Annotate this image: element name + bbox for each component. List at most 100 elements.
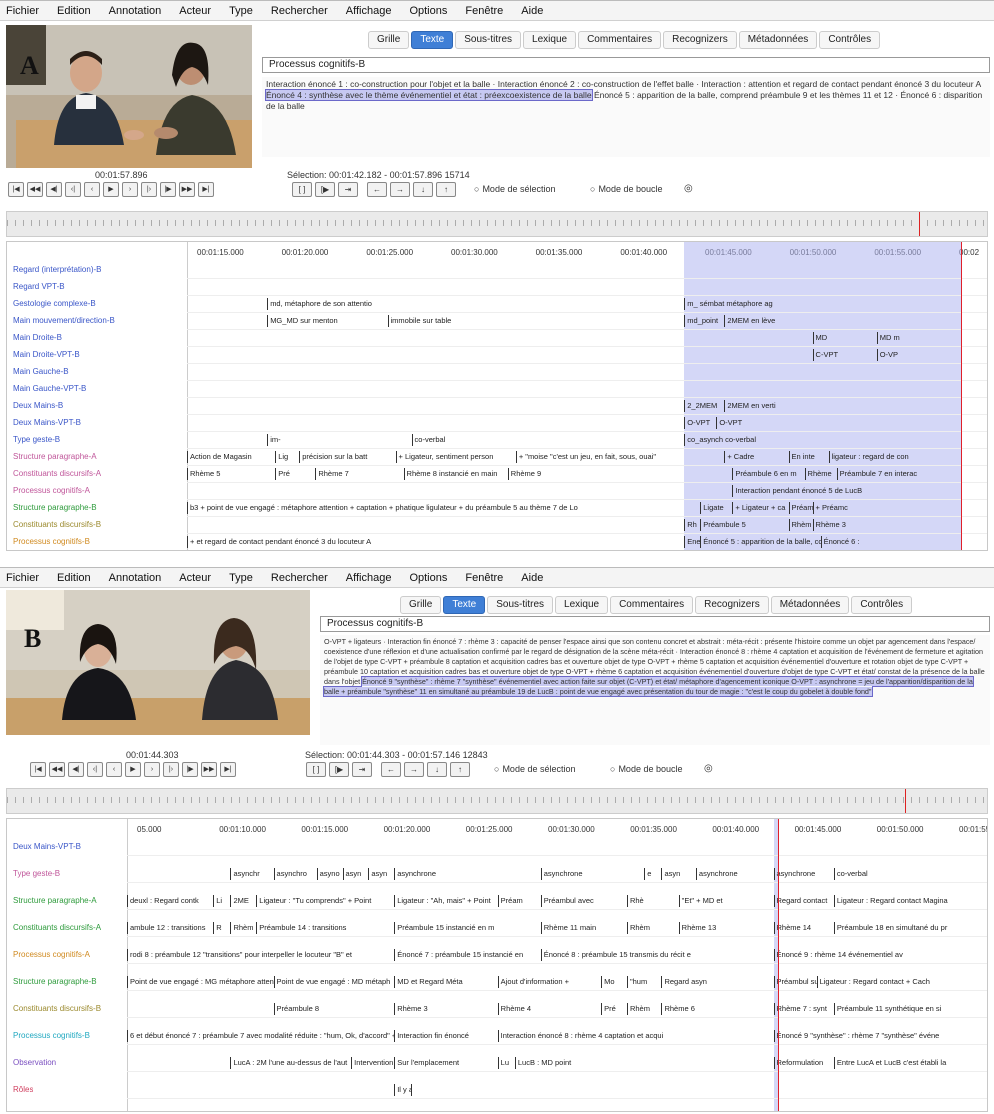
next-ms-button[interactable]: › [144,762,160,777]
menu-item-6[interactable]: Affichage [346,572,392,584]
annotation[interactable]: Rhème 6 [661,1003,774,1015]
previous-scroll-button[interactable]: ◀◀ [27,182,43,197]
tab-6[interactable]: Métadonnées [738,31,818,49]
annotation[interactable]: Rhèm [626,922,680,934]
annotation[interactable]: Rhème 13 [678,922,775,934]
annotation[interactable]: "hum [626,976,662,988]
tier-timeline-b[interactable]: Deux Mains-VPT-B Type geste-B Structure pa… [6,818,988,1112]
annotation[interactable]: Énoncé 6 : [820,536,987,548]
annotation[interactable]: rodi 8 : préambule 12 "transitions" pour… [127,949,395,961]
annotation[interactable]: 2ME [230,895,257,907]
menu-item-2[interactable]: Annotation [109,5,162,17]
annotation[interactable]: Préambul sur [773,976,818,988]
loop-mode-radio[interactable]: Mode de boucle [610,764,682,774]
annotation[interactable]: Préambule 5 [700,519,789,531]
annotation[interactable]: MD m [876,332,987,344]
tier-selector-a[interactable]: Processus cognitifs-B [262,57,990,73]
tab-7[interactable]: Contrôles [851,596,913,614]
annotation[interactable]: im- [267,434,412,446]
menu-item-1[interactable]: Edition [57,572,91,584]
prev-second-button[interactable]: ◀| [46,182,62,197]
annotation[interactable]: asyn [368,868,395,880]
tab-0[interactable]: Grille [368,31,410,49]
annotation[interactable]: Préambule 7 en interac [836,468,987,480]
tier-name[interactable]: Processus cognitifs-A [13,950,90,959]
menu-item-9[interactable]: Aide [521,5,543,17]
annotation[interactable]: asynchrone [394,868,542,880]
annotation[interactable]: Préambule 15 instancié en m [394,922,542,934]
annotation[interactable]: En inte [788,451,830,463]
annotation[interactable]: Sur l'emplacement [394,1057,498,1069]
annotation[interactable]: R [213,922,231,934]
annotation[interactable]: Action de Magasin [187,451,276,463]
annotation[interactable]: co_asynch co-verbal [684,434,987,446]
annotation[interactable]: asynchrone [540,868,645,880]
tier-name[interactable]: Regard (interprétation)-B [13,265,101,274]
tier-row[interactable] [187,364,987,381]
playhead-cursor[interactable] [960,242,962,550]
tier-name[interactable]: Structure paragraphe-B [13,503,97,512]
annotation[interactable]: Pré [275,468,316,480]
tier-up-button[interactable]: ↑ [436,182,456,197]
tier-name[interactable]: Constituants discursifs-A [13,923,101,932]
annotation[interactable]: Énoncé 7 : préambule 15 instancié en [394,949,542,961]
annotation[interactable]: b3 + point de vue engagé : métaphore att… [187,502,701,514]
annotation[interactable]: Rhème 14 [773,922,835,934]
playhead-cursor[interactable] [777,819,779,1111]
annotation[interactable]: O-VP [876,349,987,361]
play-button[interactable]: ▶ [125,762,141,777]
annotation[interactable]: Rhèm [788,519,814,531]
tier-row[interactable] [187,262,987,279]
annotation[interactable]: Rhème 4 [497,1003,602,1015]
annotation[interactable] [411,1084,987,1096]
tab-1[interactable]: Texte [411,31,454,49]
volume-icon[interactable]: ◎ [684,183,693,194]
tab-2[interactable]: Sous-titres [487,596,554,614]
annotation[interactable]: Préam [788,502,814,514]
tab-3[interactable]: Lexique [555,596,609,614]
annotation[interactable]: Lig [275,451,300,463]
menu-item-3[interactable]: Acteur [179,572,211,584]
tier-name[interactable]: Processus cognitifs-B [13,1031,90,1040]
annotation[interactable]: ambule 12 : transitions [127,922,214,934]
next-annotation-button[interactable]: → [390,182,410,197]
annotation[interactable]: Reformulation [773,1057,835,1069]
annotation[interactable]: Regard asyn [661,976,774,988]
previous-scroll-button[interactable]: ◀◀ [49,762,65,777]
annotation-track-area[interactable]: 00:01:15.000 00:01:20.000 00:01:25.000 00:0… [187,242,987,550]
annotation[interactable]: Préambul avec [540,895,628,907]
annotation[interactable]: Mo [601,976,628,988]
annotation[interactable]: asynchrone [773,868,835,880]
annotation[interactable]: deuxl : Regard contk [127,895,214,907]
annotation[interactable]: 6 et début énoncé 7 : préambule 7 avec m… [127,1030,395,1042]
tier-name[interactable]: Processus cognitifs-B [13,537,90,546]
tab-6[interactable]: Métadonnées [770,596,850,614]
menu-item-7[interactable]: Options [409,572,447,584]
annotation[interactable]: Interaction fin énoncé [394,1030,498,1042]
annotation[interactable]: 2MEM en lève [724,315,987,327]
tier-name[interactable]: Constituants discursifs-B [13,1004,101,1013]
menu-item-4[interactable]: Type [229,572,253,584]
tier-name[interactable]: Regard VPT-B [13,282,65,291]
annotation[interactable]: m_ sémbat métaphore ag [684,298,987,310]
annotation[interactable]: + et regard de contact pendant énoncé 3 … [187,536,685,548]
menu-item-9[interactable]: Aide [521,572,543,584]
annotation[interactable]: asyno [316,868,344,880]
annotation[interactable]: O-VPT [684,417,717,429]
annotation[interactable]: Ene [684,536,701,548]
tier-name[interactable]: Main Droite-B [13,333,62,342]
menu-item-2[interactable]: Annotation [109,572,162,584]
tier-row[interactable] [127,839,987,856]
annotation[interactable]: "Et" + MD et [678,895,775,907]
loop-mode-radio[interactable]: Mode de boucle [590,184,662,194]
selection-mode-radio[interactable]: Mode de sélection [474,184,555,194]
annotation[interactable]: Rhème 9 [507,468,734,480]
tier-down-button[interactable]: ↓ [427,762,447,777]
annotation[interactable]: Énoncé 9 "synthèse" : rhème 7 "synthèse"… [773,1030,988,1042]
annotation[interactable]: Rhème 3 [394,1003,498,1015]
annotation[interactable]: Point de vue engagé : MD métaph [273,976,396,988]
tier-name[interactable]: Main Gauche-VPT-B [13,384,86,393]
timeline-overview[interactable] [6,788,988,814]
next-frame-button[interactable]: |› [141,182,157,197]
tier-name[interactable]: Constituants discursifs-A [13,469,101,478]
